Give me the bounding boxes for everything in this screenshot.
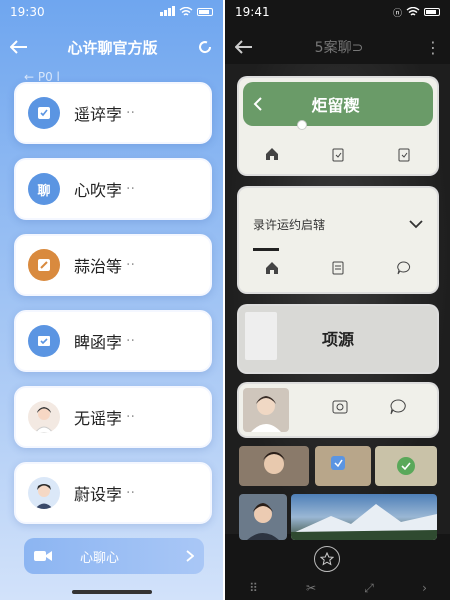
slider-handle[interactable] <box>297 120 307 130</box>
list-item-label: 蔚设孛 <box>74 485 123 504</box>
list-item[interactable]: 睥函孛 ·· <box>14 310 212 372</box>
star-icon <box>320 552 334 566</box>
panel-card[interactable]: 项源 <box>239 306 437 372</box>
list-item-dots: ·· <box>126 409 135 425</box>
status-icons: ⓝ <box>393 6 440 19</box>
photo-thumb[interactable] <box>315 446 371 486</box>
photo-thumb[interactable] <box>375 446 437 486</box>
icon-row <box>239 146 437 162</box>
clipboard-icon[interactable] <box>330 146 346 162</box>
document-icon[interactable] <box>330 260 346 276</box>
list-item-dots: ·· <box>126 181 135 197</box>
list-item-dots: ·· <box>126 105 135 121</box>
tab-underline <box>253 248 279 251</box>
right-screen: 19:41 ⓝ 5案聊⊃ ⋮ 炬留稧 录许运约启辖 项源 ⠿ ✂ ⤢ › <box>225 0 450 600</box>
home-icon[interactable] <box>264 260 280 276</box>
wifi-icon <box>406 7 420 16</box>
chat-icon[interactable] <box>396 260 412 276</box>
video-chat-label: 心聊心 <box>80 550 120 566</box>
list-item-dots: ·· <box>126 257 135 273</box>
clipboard-check-icon[interactable] <box>396 146 412 162</box>
back-arrow-icon[interactable] <box>10 40 28 54</box>
chevron-left-icon[interactable] <box>253 97 262 111</box>
list-item-dots: ·· <box>126 333 135 349</box>
app-header: 5案聊⊃ ⋮ <box>225 30 450 64</box>
app-title: 5案聊⊃ <box>314 40 364 56</box>
app-title: 心许聊官方版 <box>67 38 158 57</box>
edit-box-icon <box>28 249 60 281</box>
more-vertical-icon[interactable]: ⋮ <box>425 38 441 57</box>
chevron-down-icon <box>409 220 423 229</box>
list-item[interactable]: 聊 心吹孛 ·· <box>14 158 212 220</box>
avatar-boy-icon <box>28 477 60 509</box>
list-item-label: 遥谇孛 <box>74 105 123 124</box>
video-chat-button[interactable]: 心聊心 <box>24 538 204 574</box>
landscape-thumb[interactable] <box>291 494 437 540</box>
list-item-label: 睥函孛 <box>74 333 123 352</box>
refresh-icon[interactable] <box>197 39 213 55</box>
check-doc-icon <box>28 325 60 357</box>
list-item[interactable]: 蒜治等 ·· <box>14 234 212 296</box>
photo-thumb[interactable] <box>239 446 309 486</box>
chat-icon[interactable] <box>389 398 407 416</box>
status-time: 19:41 <box>235 5 270 19</box>
camera-icon[interactable] <box>331 398 349 416</box>
chevron-right-icon <box>186 550 194 562</box>
list-item-label: 蒜治等 <box>74 257 123 276</box>
wifi-icon <box>179 7 193 16</box>
chat-bubble-icon: 聊 <box>28 173 60 205</box>
expand-icon[interactable]: ⤢ <box>364 581 374 596</box>
icon-row <box>239 260 437 276</box>
list-item-label: 心吹孛 <box>74 181 123 200</box>
list-item[interactable]: 蔚设孛 ·· <box>14 462 212 524</box>
home-indicator <box>72 590 152 594</box>
bottom-nav: ⠿ ✂ ⤢ › <box>225 576 450 600</box>
card-title: 项源 <box>321 330 354 349</box>
left-screen: 19:30 心许聊官方版 ← P0 l 遥谇孛 ·· 聊 心吹孛 ·· 蒜治等 … <box>0 0 224 600</box>
status-icons <box>159 5 214 19</box>
battery-icon <box>197 8 214 16</box>
list-item-dots: ·· <box>126 485 135 501</box>
panel-card: 炬留稧 <box>239 78 437 174</box>
scissors-icon[interactable]: ✂ <box>306 581 316 595</box>
avatar-thumb <box>243 388 289 432</box>
list-item[interactable]: 无谣孛 ·· <box>14 386 212 448</box>
favorite-button[interactable] <box>314 546 340 572</box>
home-icon[interactable] <box>264 146 280 162</box>
back-arrow-icon[interactable] <box>235 40 253 54</box>
list-item-label: 无谣孛 <box>74 409 123 428</box>
avatar-girl-icon <box>28 401 60 433</box>
panel-card: 录许运约启辖 <box>239 188 437 292</box>
list-item[interactable]: 遥谇孛 ·· <box>14 82 212 144</box>
chevron-right-icon[interactable]: › <box>422 581 427 595</box>
card-title: 炬留稧 <box>311 96 360 115</box>
panel-card <box>239 384 437 436</box>
video-camera-icon <box>34 551 52 561</box>
photo-thumb[interactable] <box>239 494 287 540</box>
dropdown-label: 录许运约启辖 <box>253 218 326 232</box>
status-bar: 19:41 ⓝ <box>225 0 450 24</box>
battery-icon <box>424 8 440 16</box>
dropdown-row[interactable]: 录许运约启辖 <box>253 216 423 233</box>
grid-icon[interactable]: ⠿ <box>249 581 258 595</box>
status-time: 19:30 <box>10 5 45 19</box>
note-check-icon <box>28 97 60 129</box>
app-header: 心许聊官方版 <box>0 24 223 70</box>
signal-icon <box>159 5 176 19</box>
nfc-icon: ⓝ <box>392 8 402 19</box>
status-bar: 19:30 <box>0 0 223 24</box>
green-title-bar[interactable]: 炬留稧 <box>243 82 433 126</box>
